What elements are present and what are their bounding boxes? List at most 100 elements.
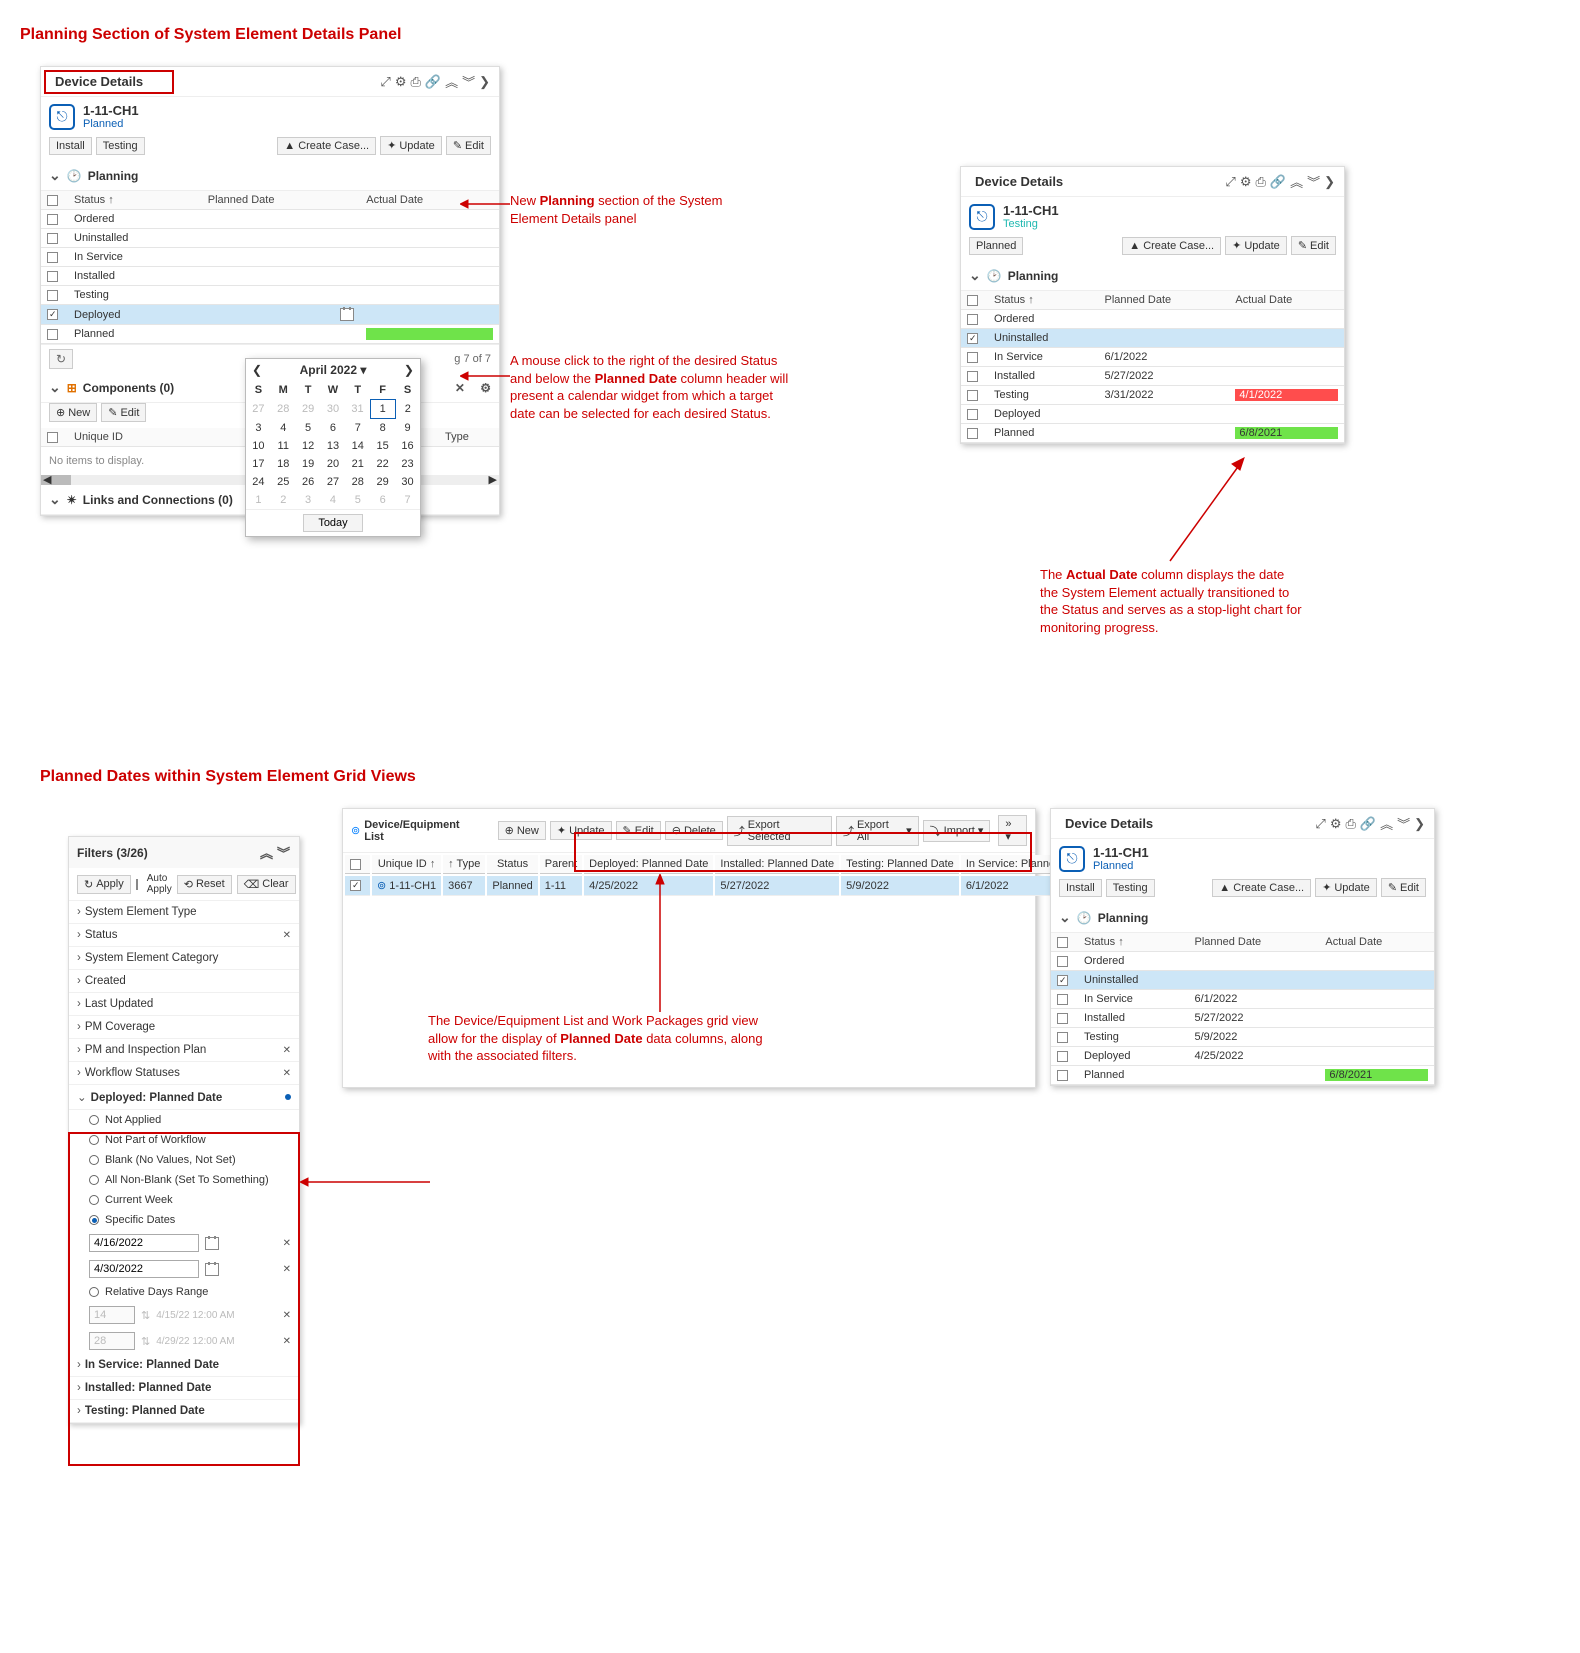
- row-checkbox[interactable]: [47, 214, 58, 225]
- chevron-right-icon[interactable]: ❯: [478, 74, 491, 90]
- expand-icon[interactable]: ⤢: [1224, 174, 1236, 190]
- row-checkbox[interactable]: [1057, 1070, 1068, 1081]
- calendar-day[interactable]: 4: [271, 419, 296, 438]
- planned-date-cell[interactable]: 6/1/2022: [1099, 348, 1230, 367]
- planned-date-cell[interactable]: [202, 248, 360, 267]
- table-row[interactable]: Ordered: [961, 310, 1344, 329]
- chevrons-up-icon[interactable]: ︽: [259, 843, 274, 862]
- chevrons-up-icon[interactable]: ︽: [1289, 172, 1304, 191]
- header-checkbox[interactable]: [47, 195, 58, 206]
- calendar-day[interactable]: 10: [246, 437, 271, 455]
- calendar-day[interactable]: 5: [345, 491, 370, 509]
- planned-button[interactable]: Planned: [969, 237, 1023, 255]
- calendar-day[interactable]: 7: [395, 491, 420, 509]
- planned-date-cell[interactable]: [1189, 952, 1320, 971]
- calendar-day[interactable]: 13: [321, 437, 346, 455]
- chevrons-down-icon[interactable]: ︾: [1306, 172, 1321, 191]
- calendar-icon[interactable]: [340, 308, 354, 321]
- row-checkbox[interactable]: [1057, 956, 1068, 967]
- planned-date-cell[interactable]: [202, 305, 360, 325]
- calendar-day[interactable]: 31: [345, 400, 370, 419]
- calendar-popup[interactable]: ❮ April 2022 ▾ ❯ SMTWTFS2728293031123456…: [245, 358, 421, 537]
- calendar-day[interactable]: 7: [345, 419, 370, 438]
- chevrons-down-icon[interactable]: ︾: [461, 72, 476, 91]
- row-checkbox[interactable]: [967, 371, 978, 382]
- chevrons-up-icon[interactable]: ︽: [444, 72, 459, 91]
- table-row[interactable]: Uninstalled: [41, 229, 499, 248]
- refresh-button[interactable]: [49, 349, 73, 369]
- row-checkbox[interactable]: [967, 390, 978, 401]
- calendar-day[interactable]: 6: [370, 491, 395, 509]
- filter-radio[interactable]: [89, 1115, 99, 1125]
- planned-date-cell[interactable]: [1099, 424, 1230, 443]
- row-checkbox[interactable]: [1057, 994, 1068, 1005]
- calendar-day[interactable]: 19: [296, 455, 321, 473]
- calendar-day[interactable]: 4: [321, 491, 346, 509]
- row-checkbox[interactable]: [1057, 1013, 1068, 1024]
- calendar-day[interactable]: 23: [395, 455, 420, 473]
- calendar-day[interactable]: 29: [296, 400, 321, 419]
- calendar-day[interactable]: 12: [296, 437, 321, 455]
- update-button[interactable]: ✦Update: [1225, 236, 1287, 255]
- filter-group[interactable]: Status: [77, 929, 117, 941]
- planned-date-cell[interactable]: 4/25/2022: [1189, 1047, 1320, 1066]
- install-button[interactable]: Install: [49, 137, 92, 155]
- apply-button[interactable]: ↻Apply: [77, 875, 131, 894]
- calendar-day[interactable]: 2: [271, 491, 296, 509]
- link-icon[interactable]: 🔗: [1359, 816, 1377, 832]
- col-actual-date[interactable]: Actual Date: [1319, 933, 1434, 952]
- auto-apply-checkbox[interactable]: [136, 879, 138, 890]
- calendar-day[interactable]: 8: [370, 419, 395, 438]
- calendar-day[interactable]: 24: [246, 473, 271, 491]
- row-checkbox[interactable]: [967, 428, 978, 439]
- row-checkbox[interactable]: [967, 314, 978, 325]
- calendar-day[interactable]: 29: [370, 473, 395, 491]
- testing-button[interactable]: Testing: [1106, 879, 1155, 897]
- planned-date-cell[interactable]: [1099, 405, 1230, 424]
- col-status[interactable]: Status: [988, 291, 1099, 310]
- calendar-day[interactable]: 28: [345, 473, 370, 491]
- grid-col[interactable]: Status: [487, 855, 537, 874]
- col-status[interactable]: Status: [68, 191, 202, 210]
- link-icon[interactable]: 🔗: [1269, 174, 1287, 190]
- calendar-day[interactable]: 28: [271, 400, 296, 419]
- table-row[interactable]: Planned6/8/2021: [961, 424, 1344, 443]
- calendar-day[interactable]: 22: [370, 455, 395, 473]
- create-case-button[interactable]: ▲Create Case...: [1122, 237, 1221, 255]
- edit-button[interactable]: ✎Edit: [101, 403, 146, 422]
- update-button[interactable]: ✦Update: [380, 136, 442, 155]
- link-icon[interactable]: 🔗: [424, 74, 442, 90]
- edit-button[interactable]: ✎Edit: [1291, 236, 1336, 255]
- table-row[interactable]: Ordered: [1051, 952, 1434, 971]
- table-row[interactable]: Uninstalled: [961, 329, 1344, 348]
- gear-icon[interactable]: ⚙: [480, 381, 491, 395]
- planned-date-cell[interactable]: 5/27/2022: [1099, 367, 1230, 386]
- calendar-day[interactable]: 14: [345, 437, 370, 455]
- col-status[interactable]: Status: [1078, 933, 1189, 952]
- table-row[interactable]: Installed5/27/2022: [1051, 1009, 1434, 1028]
- planned-date-cell[interactable]: 3/31/2022: [1099, 386, 1230, 405]
- col-actual-date[interactable]: Actual Date: [1229, 291, 1344, 310]
- header-checkbox[interactable]: [1057, 937, 1068, 948]
- remove-filter-button[interactable]: [283, 929, 291, 941]
- new-button[interactable]: ⊕New: [498, 821, 546, 840]
- calendar-day[interactable]: 26: [296, 473, 321, 491]
- create-case-button[interactable]: ▲Create Case...: [277, 137, 376, 155]
- table-row[interactable]: Installed5/27/2022: [961, 367, 1344, 386]
- gear-icon[interactable]: ⚙: [1239, 174, 1253, 190]
- table-row[interactable]: Testing5/9/2022: [1051, 1028, 1434, 1047]
- row-checkbox[interactable]: [47, 309, 58, 320]
- calendar-day[interactable]: 21: [345, 455, 370, 473]
- filter-group[interactable]: Last Updated: [77, 998, 153, 1010]
- table-row[interactable]: In Service6/1/2022: [961, 348, 1344, 367]
- calendar-day[interactable]: 17: [246, 455, 271, 473]
- calendar-day[interactable]: 18: [271, 455, 296, 473]
- table-row[interactable]: Testing: [41, 286, 499, 305]
- testing-button[interactable]: Testing: [96, 137, 145, 155]
- planned-date-cell[interactable]: [1189, 971, 1320, 990]
- grid-col[interactable]: Type: [443, 855, 485, 874]
- calendar-day[interactable]: 6: [321, 419, 346, 438]
- calendar-day[interactable]: 2: [395, 400, 420, 419]
- edit-button[interactable]: ✎Edit: [446, 136, 491, 155]
- col-planned-date[interactable]: Planned Date: [202, 191, 360, 210]
